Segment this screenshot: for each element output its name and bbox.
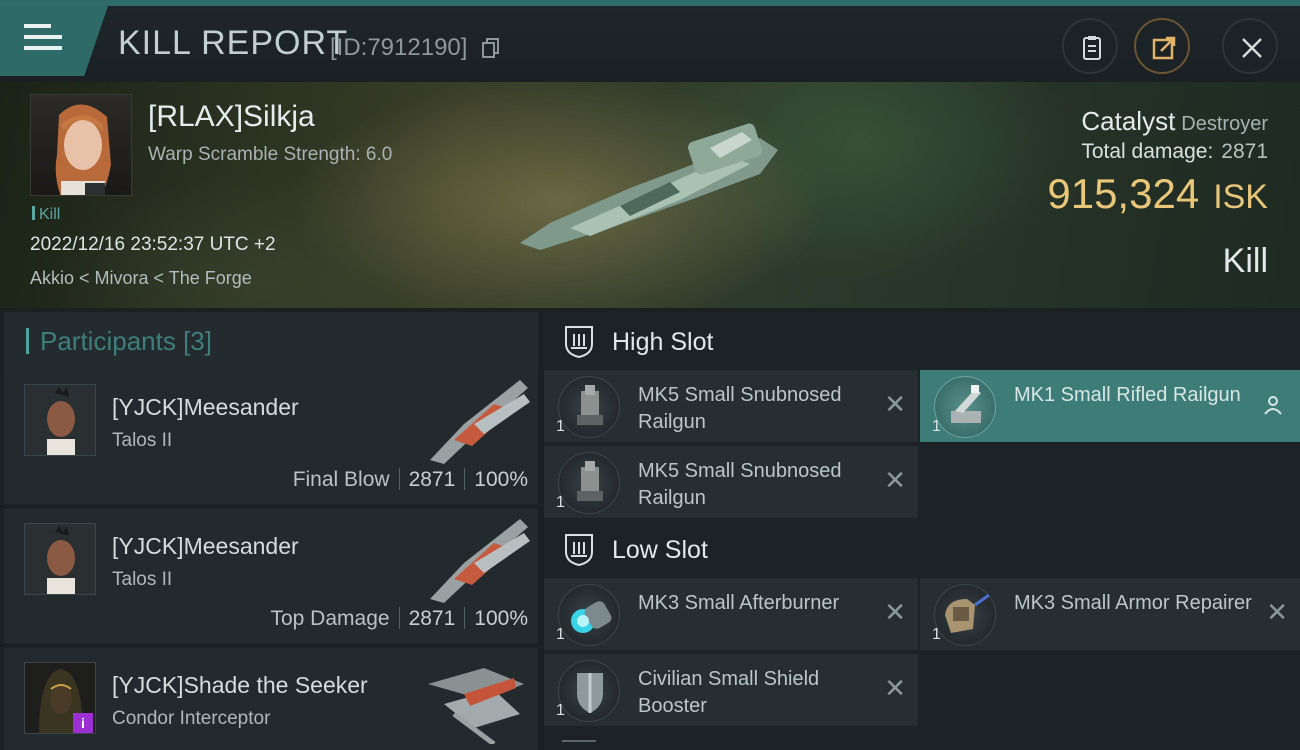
- participant-ship-image: [430, 380, 530, 464]
- participant-portrait: [24, 523, 96, 595]
- module-quantity: 1: [556, 702, 565, 719]
- participant-damage: 2871: [408, 607, 456, 630]
- module-quantity: 1: [932, 626, 941, 643]
- export-icon: [1152, 36, 1176, 60]
- module-item[interactable]: 1 MK5 Small Snubnosed Railgun ✕: [544, 370, 918, 442]
- person-icon[interactable]: [1262, 394, 1284, 416]
- participant-ship-image: [428, 668, 524, 744]
- kill-datetime: 2022/12/16 23:52:37 UTC +2: [30, 234, 276, 255]
- participant-name: [YJCK]Shade the Seeker: [112, 672, 368, 698]
- module-name: MK5 Small Snubnosed Railgun: [638, 384, 842, 433]
- module-item[interactable]: 1 MK5 Small Snubnosed Railgun ✕: [544, 446, 918, 518]
- warp-scramble-strength: Warp Scramble Strength: 6.0: [148, 144, 393, 165]
- participant-name: [YJCK]Meesander: [112, 533, 299, 559]
- participants-panel: Participants [3] [YJCK]Meesander Talos I…: [4, 312, 538, 750]
- report-id: [ID:7912190]: [330, 34, 468, 61]
- total-damage-value: 2871: [1221, 140, 1268, 163]
- module-quantity: 1: [556, 626, 565, 643]
- isk-value-line: 915,324 ISK: [1047, 170, 1268, 218]
- module-name: MK1 Small Rifled Railgun: [1014, 384, 1241, 406]
- module-icon: [558, 376, 620, 438]
- kill-tag: Kill: [32, 206, 60, 224]
- victim-name[interactable]: [RLAX]Silkja: [148, 100, 315, 134]
- module-icon: [558, 660, 620, 722]
- participant-ship: Talos II: [112, 569, 173, 590]
- high-slot-label: High Slot: [612, 328, 714, 356]
- remove-icon[interactable]: ✕: [884, 675, 906, 701]
- isk-unit: ISK: [1213, 178, 1268, 216]
- module-name: MK5 Small Snubnosed Railgun: [638, 460, 842, 509]
- close-button[interactable]: [1222, 18, 1278, 74]
- ship-name: Catalyst: [1081, 106, 1176, 136]
- module-item[interactable]: 1 Civilian Small Shield Booster ✕: [544, 654, 918, 726]
- fitting-panel: High Slot 1 MK5 Small Snubnosed Railgun …: [544, 312, 1300, 750]
- victim-ship-image: [520, 123, 778, 250]
- copy-icon[interactable]: [482, 38, 500, 58]
- participant-label: Final Blow: [292, 468, 390, 491]
- participants-heading: Participants [3]: [40, 326, 212, 356]
- module-name: MK3 Small Armor Repairer: [1014, 592, 1252, 614]
- low-slot-label: Low Slot: [612, 536, 708, 564]
- participant-portrait: i: [24, 662, 96, 734]
- close-icon: [1242, 38, 1262, 58]
- clipboard-icon: [1083, 36, 1101, 60]
- participant-percent: 100%: [474, 468, 528, 491]
- menu-icon: [24, 24, 62, 52]
- victim-ship[interactable]: Catalyst Destroyer: [1081, 106, 1268, 137]
- participant-badge: i: [73, 713, 93, 733]
- remove-icon[interactable]: ✕: [884, 391, 906, 417]
- participants-header[interactable]: Participants [3]: [4, 312, 538, 370]
- remove-icon[interactable]: ✕: [884, 467, 906, 493]
- module-icon: [558, 452, 620, 514]
- slot-shield-icon: [565, 326, 593, 358]
- participant-ship: Talos II: [112, 430, 173, 451]
- participant-name: [YJCK]Meesander: [112, 394, 299, 420]
- slot-shield-icon: [565, 534, 593, 566]
- total-damage-label: Total damage:: [1081, 140, 1214, 163]
- participant-label: Top Damage: [270, 607, 390, 630]
- module-quantity: 1: [556, 418, 565, 435]
- next-slot-header-partial: [562, 740, 596, 750]
- victim-portrait[interactable]: [30, 94, 132, 196]
- isk-value: 915,324: [1047, 170, 1200, 217]
- header-bar: KILL REPORT [ID:7912190]: [0, 6, 1300, 82]
- remove-icon[interactable]: ✕: [884, 599, 906, 625]
- module-quantity: 1: [556, 494, 565, 511]
- module-item[interactable]: 1 MK1 Small Rifled Railgun: [920, 370, 1300, 442]
- participant-stats: Top Damage 2871 100%: [270, 607, 528, 631]
- module-icon: [934, 584, 996, 646]
- participant-damage: 2871: [408, 468, 456, 491]
- participant-row[interactable]: [YJCK]Meesander Talos II Final Blow 2871 1…: [4, 370, 538, 504]
- module-icon: [558, 584, 620, 646]
- participant-stats: Final Blow 2871 100%: [293, 468, 528, 492]
- module-item[interactable]: 1 MK3 Small Armor Repairer ✕: [920, 578, 1300, 650]
- menu-button[interactable]: [0, 6, 108, 76]
- module-icon: [934, 376, 996, 438]
- module-name: MK3 Small Afterburner: [638, 592, 840, 614]
- result-label: Kill: [1222, 242, 1268, 280]
- module-name: Civilian Small Shield Booster: [638, 668, 820, 717]
- participant-ship: Condor Interceptor: [112, 708, 271, 729]
- low-slot-header: Low Slot: [544, 520, 1300, 578]
- total-damage-line: Total damage: 2871: [1081, 140, 1268, 164]
- ship-class: Destroyer: [1181, 113, 1268, 135]
- page-title: KILL REPORT: [118, 24, 349, 62]
- participant-row[interactable]: [YJCK]Meesander Talos II Top Damage 2871 1…: [4, 509, 538, 643]
- participant-percent: 100%: [474, 607, 528, 630]
- participant-portrait: [24, 384, 96, 456]
- kill-location[interactable]: Akkio < Mivora < The Forge: [30, 268, 252, 289]
- participant-row[interactable]: i [YJCK]Shade the Seeker Condor Intercep…: [4, 648, 538, 750]
- share-button[interactable]: [1134, 18, 1190, 74]
- victim-banner: [RLAX]Silkja Warp Scramble Strength: 6.0…: [0, 82, 1300, 308]
- module-quantity: 1: [932, 418, 941, 435]
- remove-icon[interactable]: ✕: [1266, 599, 1288, 625]
- clipboard-button[interactable]: [1062, 18, 1118, 74]
- module-item[interactable]: 1 MK3 Small Afterburner ✕: [544, 578, 918, 650]
- participant-ship-image: [430, 519, 530, 603]
- high-slot-header: High Slot: [544, 312, 1300, 370]
